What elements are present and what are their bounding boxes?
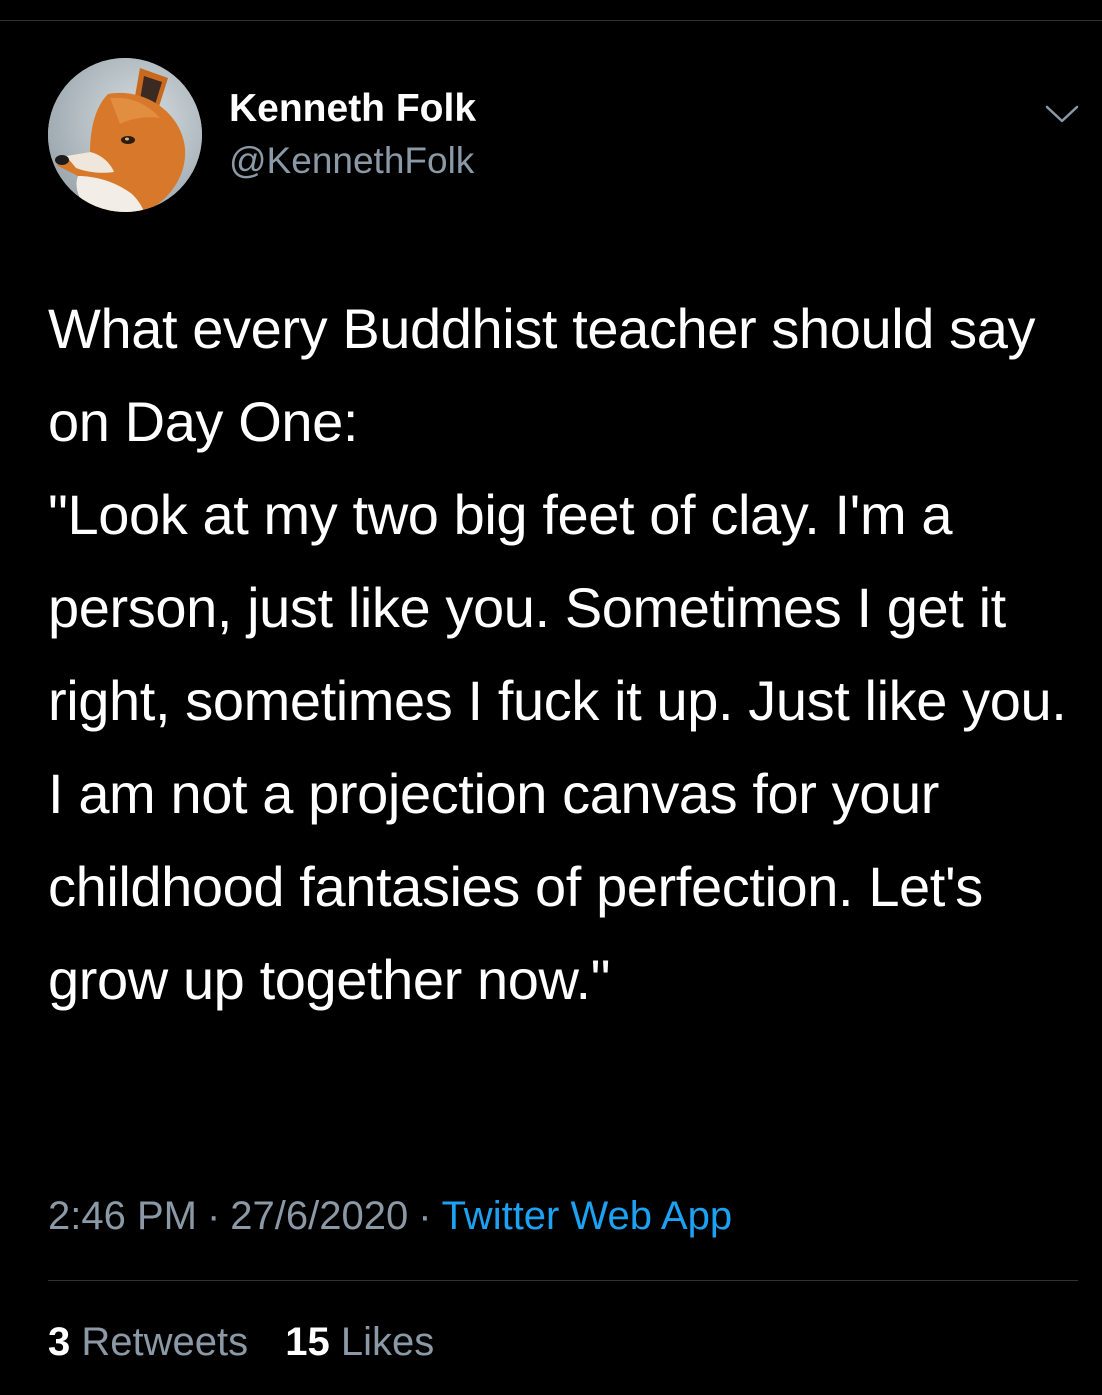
likes-stat[interactable]: 15 Likes (285, 1316, 434, 1368)
tweet-time[interactable]: 2:46 PM (48, 1194, 197, 1238)
fox-avatar-icon (48, 58, 202, 212)
tweet-text: What every Buddhist teacher should say o… (48, 297, 1067, 1011)
tweet-header: Kenneth Folk @KennethFolk (48, 58, 1088, 214)
avatar[interactable] (48, 58, 202, 212)
top-divider (0, 20, 1102, 21)
tweet-stats: 3 Retweets 15 Likes (48, 1316, 460, 1368)
source-link[interactable]: Twitter Web App (442, 1194, 733, 1238)
meta-separator: · (206, 1194, 221, 1238)
retweets-label: Retweets (81, 1320, 249, 1364)
author-info[interactable]: Kenneth Folk @KennethFolk (229, 86, 476, 184)
stats-divider (48, 1280, 1078, 1281)
tweet-date[interactable]: 27/6/2020 (230, 1194, 408, 1238)
chevron-down-icon (1045, 105, 1079, 123)
meta-separator: · (418, 1194, 432, 1238)
handle[interactable]: @KennethFolk (229, 138, 476, 184)
retweets-count: 3 (48, 1320, 71, 1364)
display-name[interactable]: Kenneth Folk (229, 86, 476, 132)
tweet-menu-button[interactable] (1044, 102, 1080, 126)
retweets-stat[interactable]: 3 Retweets (48, 1316, 248, 1368)
tweet-meta: 2:46 PM · 27/6/2020 · Twitter Web App (48, 1190, 732, 1242)
likes-label: Likes (340, 1320, 435, 1364)
likes-count: 15 (285, 1320, 330, 1364)
